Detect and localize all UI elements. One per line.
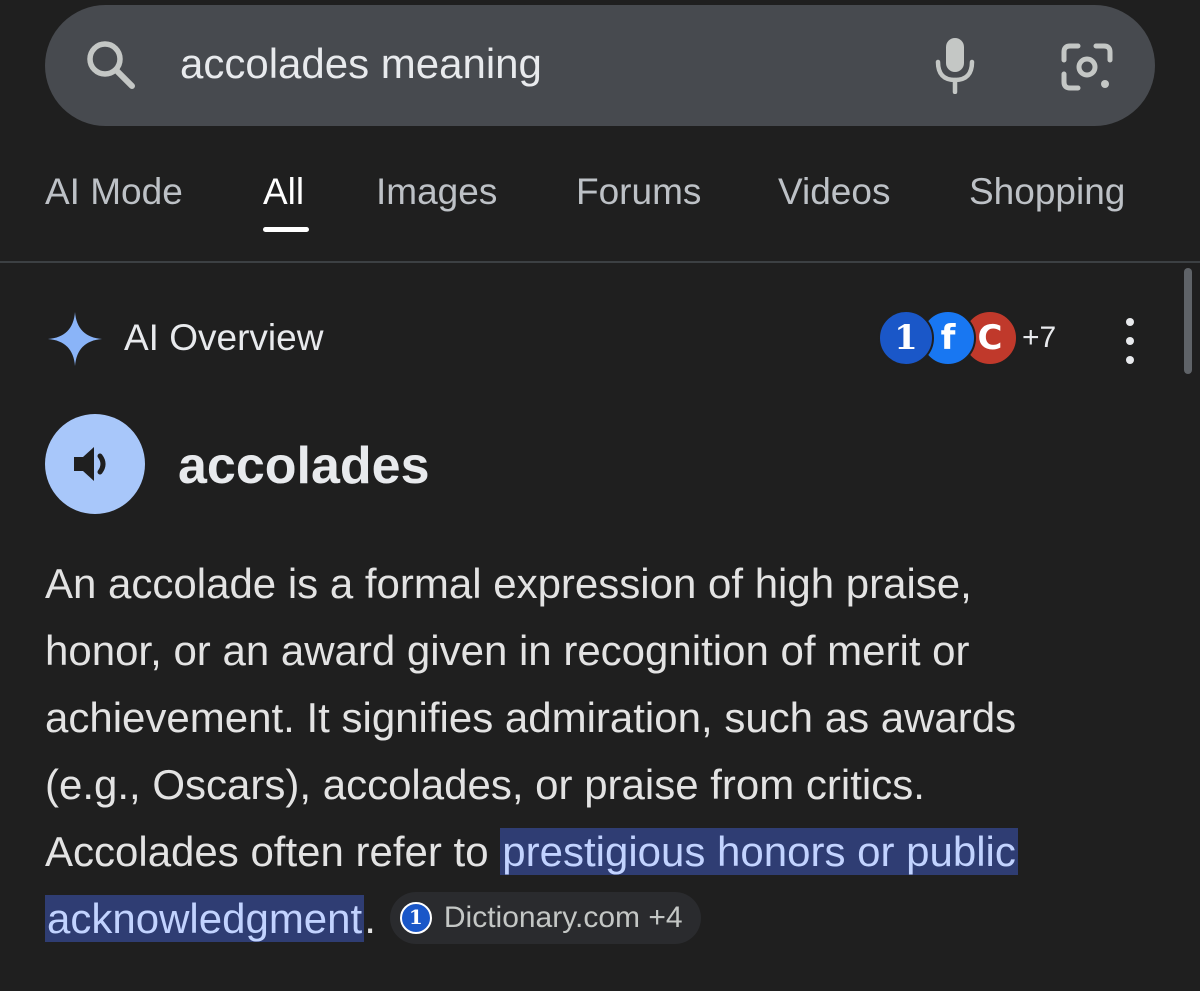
more-sources-count[interactable]: +7 bbox=[1022, 320, 1056, 356]
search-icon[interactable] bbox=[82, 36, 138, 92]
source-logo-letter: f bbox=[940, 318, 956, 358]
highlighted-phrase[interactable]: prestigious honors or public bbox=[500, 828, 1018, 875]
speaker-icon bbox=[74, 447, 106, 481]
google-lens-icon[interactable] bbox=[1058, 40, 1116, 94]
highlighted-phrase[interactable]: acknowledgment bbox=[45, 895, 365, 942]
scrollbar[interactable] bbox=[1184, 268, 1192, 374]
definition-line: honor, or an award given in recognition … bbox=[45, 627, 970, 674]
more-options-icon[interactable] bbox=[1115, 318, 1145, 364]
definition-paragraph: An accolade is a formal expression of hi… bbox=[45, 550, 1175, 952]
tab-ai-mode[interactable]: AI Mode bbox=[45, 170, 183, 214]
microphone-icon[interactable] bbox=[930, 36, 980, 94]
source-logo-letter: C bbox=[977, 318, 1003, 358]
tab-forums[interactable]: Forums bbox=[576, 170, 701, 214]
definition-line: acknowledgment. 1 Dictionary.com +4 bbox=[45, 885, 1175, 952]
search-tabs: AI Mode All Images Forums Videos Shoppin… bbox=[45, 160, 1200, 232]
pronunciation-button[interactable] bbox=[45, 414, 145, 514]
definition-text: . bbox=[364, 895, 376, 942]
search-input[interactable]: accolades meaning bbox=[180, 36, 542, 92]
citation-chip[interactable]: 1 Dictionary.com +4 bbox=[389, 891, 701, 944]
definition-line: achievement. It signifies admiration, su… bbox=[45, 694, 1017, 741]
source-logo-dictionary[interactable]: 1 bbox=[878, 310, 934, 366]
definition-line: An accolade is a formal expression of hi… bbox=[45, 560, 972, 607]
tab-videos[interactable]: Videos bbox=[778, 170, 890, 214]
ai-overview-title: AI Overview bbox=[124, 317, 324, 358]
dictionary-logo-icon: 1 bbox=[399, 901, 432, 934]
source-avatars[interactable]: 1 f C +7 bbox=[878, 310, 1078, 370]
sparkle-icon bbox=[48, 312, 102, 366]
definition-text: Accolades often refer to bbox=[45, 828, 501, 875]
tab-all[interactable]: All bbox=[263, 170, 304, 214]
tab-images[interactable]: Images bbox=[376, 170, 497, 214]
tab-shopping[interactable]: Shopping bbox=[969, 170, 1125, 214]
active-tab-indicator bbox=[263, 227, 309, 232]
citation-label: Dictionary.com +4 bbox=[443, 900, 683, 934]
definition-line: (e.g., Oscars), accolades, or praise fro… bbox=[45, 761, 925, 808]
definition-line: Accolades often refer to prestigious hon… bbox=[45, 818, 1175, 885]
page: accolades meaning AI Mode All Images For… bbox=[0, 0, 1200, 991]
source-logo-letter: 1 bbox=[894, 318, 918, 358]
tabs-divider bbox=[0, 261, 1200, 263]
term-word: accolades bbox=[178, 437, 430, 495]
